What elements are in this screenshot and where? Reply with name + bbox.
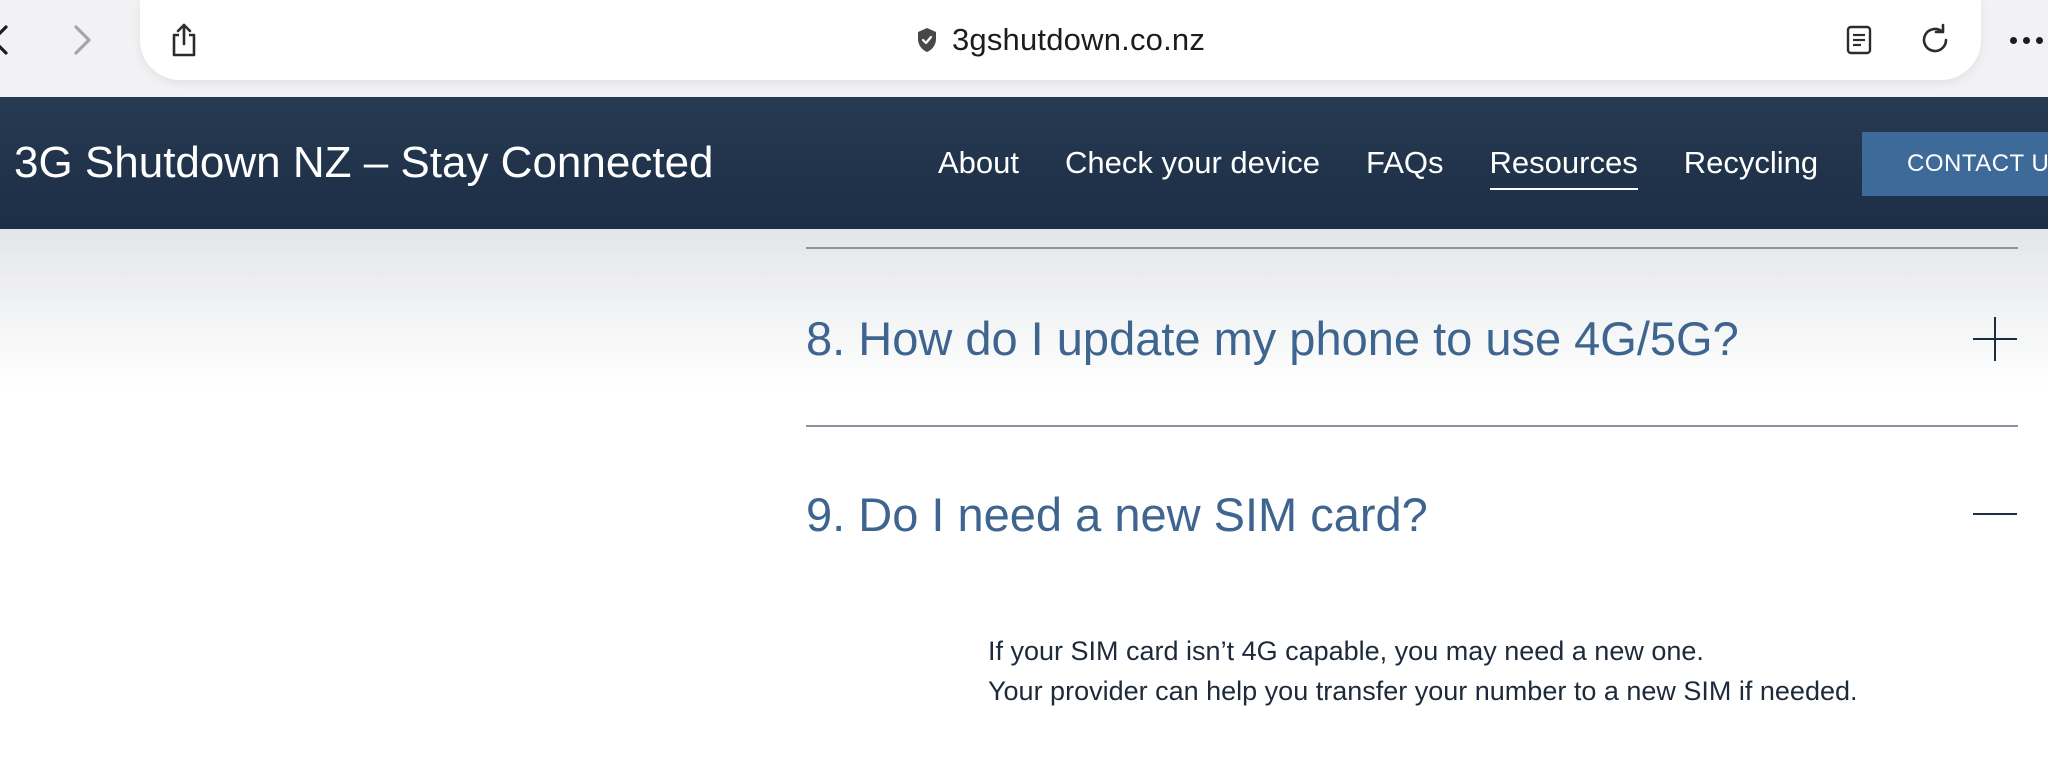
reload-icon [1922,23,1948,53]
address-bar[interactable]: 3gshutdown.co.nz [140,0,1981,80]
share-icon [172,23,196,57]
faq-divider [806,425,2018,427]
faq-expand-button[interactable] [1970,314,2020,364]
site-header: 3G Shutdown NZ – Stay Connected About Ch… [0,97,2048,229]
chevron-right-icon [74,25,91,55]
faq-question-8[interactable]: 8. How do I update my phone to use 4G/5G… [806,311,1739,366]
forward-button[interactable] [60,14,104,66]
back-button[interactable] [0,14,22,66]
share-button[interactable] [162,18,206,62]
main-nav: About Check your device FAQs Resources R… [938,97,1864,229]
browser-toolbar: 3gshutdown.co.nz [0,0,2048,97]
faq-divider [806,247,2018,249]
shield-icon [917,28,936,52]
nav-check-your-device[interactable]: Check your device [1065,145,1320,181]
reload-button[interactable] [1911,18,1959,62]
nav-about[interactable]: About [938,145,1019,181]
ellipsis-icon [2010,36,2017,44]
nav-resources[interactable]: Resources [1489,145,1638,190]
more-options-button[interactable] [2010,22,2048,58]
url-text: 3gshutdown.co.nz [951,22,1206,57]
faq-answer-line: Your provider can help you transfer your… [988,676,1858,706]
site-title[interactable]: 3G Shutdown NZ – Stay Connected [14,97,714,229]
faq-collapse-button[interactable] [1970,489,2020,539]
faq-question-9[interactable]: 9. Do I need a new SIM card? [806,487,1428,542]
chevron-left-icon [0,25,8,55]
reader-icon [1846,25,1872,55]
faq-section: 8. How do I update my phone to use 4G/5G… [0,229,2048,770]
contact-us-button[interactable]: CONTACT US [1862,132,2048,196]
reader-view-button[interactable] [1837,18,1881,62]
nav-recycling[interactable]: Recycling [1684,145,1818,181]
faq-answer-line: If your SIM card isn’t 4G capable, you m… [988,636,1704,666]
nav-faqs[interactable]: FAQs [1366,145,1444,181]
